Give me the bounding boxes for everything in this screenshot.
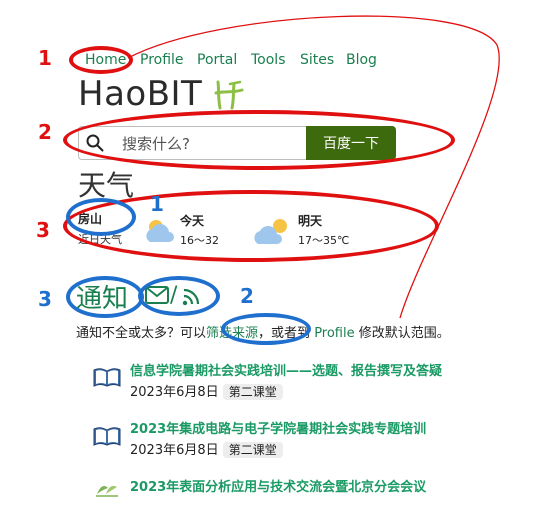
annotation-ring-blue-location (66, 198, 136, 236)
annotation-label: 3 (38, 287, 52, 311)
annotation-label: 1 (150, 192, 164, 216)
annotation-ring-red-home (69, 46, 133, 74)
annotation-label: 2 (38, 120, 52, 144)
annotation-overlay (127, 15, 500, 319)
annotation-ring-red-search (63, 110, 455, 170)
annotation-ring-blue-notices (66, 276, 144, 318)
annotation-ring-blue-filter (221, 313, 311, 345)
annotation-label: 3 (36, 218, 50, 242)
annotation-label: 1 (38, 46, 52, 70)
annotation-label: 2 (240, 284, 254, 308)
annotation-ring-blue-icons (138, 276, 220, 316)
